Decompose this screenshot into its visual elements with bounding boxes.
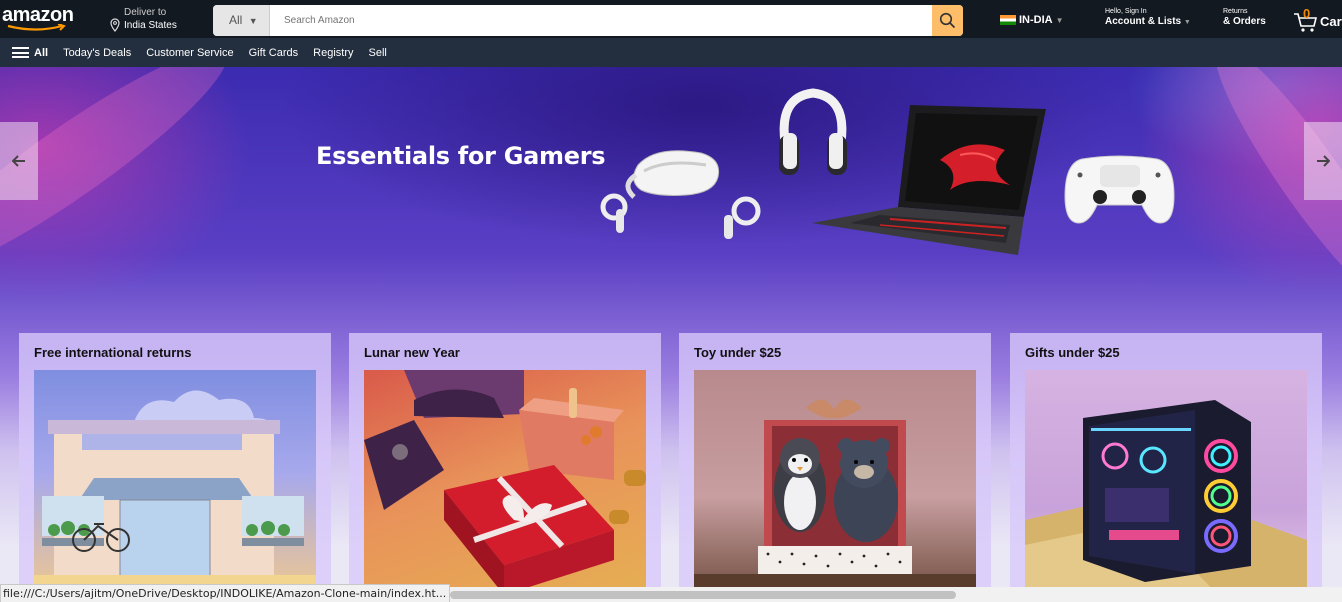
gaming-laptop-image: [812, 105, 1046, 255]
carousel-prev-button[interactable]: [0, 122, 38, 200]
smile-arrow-icon: [7, 24, 66, 31]
language-label: IN-DIA: [1019, 14, 1053, 26]
game-controller-image: [1064, 155, 1175, 224]
cart-label: Cart: [1320, 14, 1342, 29]
gaming-pc-illustration: [1025, 400, 1307, 602]
hamburger-menu-icon: [12, 47, 29, 58]
cart-count: 0: [1303, 6, 1311, 21]
search-icon: [939, 12, 956, 29]
caret-down-icon: ▼: [1055, 15, 1064, 25]
amazon-logo[interactable]: amazon: [2, 2, 76, 34]
deliver-label: Deliver to: [124, 7, 167, 18]
nav-link-todays-deals[interactable]: Today's Deals: [63, 47, 131, 59]
caret-down-icon: ▼: [1183, 19, 1191, 26]
account-and-lists[interactable]: Hello, Sign In Account & Lists ▼: [1105, 8, 1191, 27]
category-card[interactable]: Lunar new Year: [349, 333, 661, 602]
plush-toys-illustration: [694, 399, 976, 602]
status-bar-url: file:///C:/Users/ajitm/OneDrive/Desktop/…: [0, 584, 450, 602]
nav-link-customer-service[interactable]: Customer Service: [146, 47, 233, 59]
deliver-to-location[interactable]: Deliver to India States: [110, 7, 202, 33]
category-card[interactable]: Free international returns: [19, 333, 331, 602]
caret-down-icon: ▼: [248, 16, 258, 26]
secondary-navbar: All Today's Deals Customer Service Gift …: [0, 38, 1342, 67]
india-flag-icon: [1000, 15, 1016, 25]
nav-link-registry[interactable]: Registry: [313, 47, 353, 59]
carousel-next-button[interactable]: [1304, 122, 1342, 200]
card-image-lunar-gifts[interactable]: [364, 370, 646, 602]
card-title: Toy under $25: [694, 345, 782, 360]
account-greeting: Hello, Sign In: [1105, 8, 1147, 15]
top-navbar: amazon Deliver to India States All ▼ IN-…: [0, 0, 1342, 38]
nav-link-gift-cards[interactable]: Gift Cards: [249, 47, 299, 59]
horizontal-scrollbar[interactable]: [450, 587, 1342, 602]
all-menu-button[interactable]: All: [12, 47, 48, 59]
card-image-toys[interactable]: [694, 370, 976, 602]
returns-label: Returns: [1223, 8, 1248, 15]
storefront-illustration: [34, 390, 316, 602]
search-button[interactable]: [932, 5, 963, 36]
search-category-dropdown[interactable]: All ▼: [213, 5, 270, 36]
account-lists-row: Account & Lists ▼: [1105, 16, 1191, 27]
category-card[interactable]: Toy under $25: [679, 333, 991, 602]
nav-link-sell[interactable]: Sell: [368, 47, 386, 59]
arrow-left-icon: [12, 155, 25, 167]
vr-headset-image: [600, 150, 761, 239]
language-selector[interactable]: IN-DIA ▼: [1000, 12, 1064, 28]
card-title: Free international returns: [34, 345, 192, 360]
scrollbar-thumb[interactable]: [450, 591, 956, 599]
all-menu-label: All: [34, 46, 49, 59]
search-category-label: All: [229, 13, 243, 27]
card-title: Lunar new Year: [364, 345, 460, 360]
returns-and-orders[interactable]: Returns & Orders: [1223, 8, 1266, 27]
hero-headline: Essentials for Gamers: [316, 142, 606, 170]
arrow-right-icon: [1317, 155, 1330, 167]
hero-carousel: Essentials for Gamers Free international…: [0, 67, 1342, 602]
card-image-gaming-pc[interactable]: [1025, 370, 1307, 602]
search-input[interactable]: [272, 5, 932, 36]
cart-button[interactable]: 0 Cart: [1293, 6, 1342, 34]
account-lists-label: Account & Lists: [1105, 16, 1182, 27]
lunar-gifts-illustration: [364, 370, 646, 595]
card-title: Gifts under $25: [1025, 345, 1120, 360]
orders-label: & Orders: [1223, 16, 1266, 27]
card-image-storefront[interactable]: [34, 370, 316, 602]
deliver-location: India States: [124, 20, 177, 31]
location-pin-icon: [110, 18, 120, 32]
category-card[interactable]: Gifts under $25: [1010, 333, 1322, 602]
search-bar: All ▼: [213, 5, 963, 36]
